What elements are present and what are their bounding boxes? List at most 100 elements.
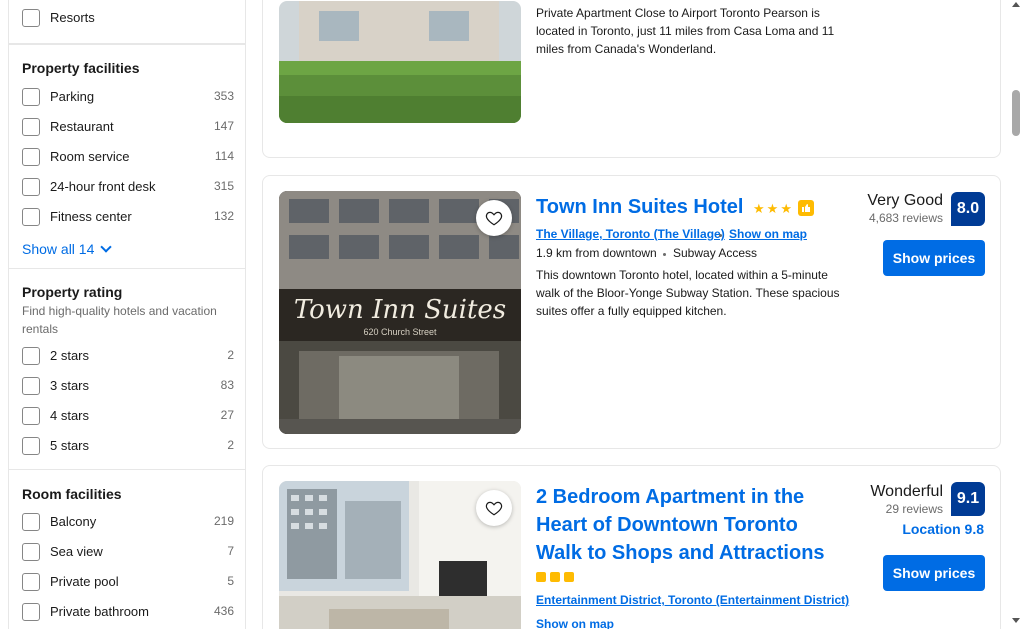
filter-restaurant[interactable]: Restaurant 147: [22, 115, 234, 137]
filter-private-bathroom[interactable]: Private bathroom 436: [22, 600, 234, 622]
filter-group-title: Room facilities: [22, 486, 122, 502]
property-description: Private Apartment Close to Airport Toron…: [536, 6, 835, 56]
hotel-sign-address: 620 Church Street: [363, 327, 437, 337]
filter-label: 2 stars: [50, 348, 90, 363]
filter-label: 4 stars: [50, 408, 90, 423]
checkbox[interactable]: [22, 603, 40, 621]
filter-label: Parking: [50, 89, 95, 104]
filter-3-stars[interactable]: 3 stars 83: [22, 374, 234, 396]
filter-group-title: Property rating: [22, 284, 123, 300]
property-name-link[interactable]: 2 Bedroom Apartment in the Heart of Down…: [536, 483, 825, 567]
filter-balcony[interactable]: Balcony 219: [22, 510, 234, 532]
filter-label: 5 stars: [50, 438, 90, 453]
show-on-map-link[interactable]: Show on map: [536, 617, 614, 629]
filter-count: 2: [227, 348, 234, 362]
show-all-label: Show all 14: [22, 241, 95, 257]
checkbox[interactable]: [22, 347, 40, 365]
filter-label: Private pool: [50, 574, 119, 589]
show-on-map-link[interactable]: Show on map: [729, 227, 807, 241]
page-scrollbar[interactable]: [1008, 0, 1024, 629]
filter-resorts[interactable]: Resorts: [22, 6, 234, 28]
checkbox[interactable]: [22, 437, 40, 455]
property-photo-image: [279, 1, 521, 123]
show-all-facilities-button[interactable]: Show all 14: [22, 241, 113, 257]
filter-count: 353: [213, 89, 234, 103]
checkbox[interactable]: [22, 513, 40, 531]
filter-group-room-facilities: Room facilities Balcony 219 Sea view 7 P…: [8, 469, 246, 629]
checkbox[interactable]: [22, 148, 40, 166]
review-score-word: Very Good: [867, 192, 943, 209]
filters-sidebar: Resorts Property facilities Parking 353 …: [8, 0, 246, 629]
property-name-line: Walk to Shops and Attractions: [536, 542, 825, 564]
square-rating-icon: [564, 572, 574, 582]
property-location-link[interactable]: The Village, Toronto (The Village): [536, 227, 725, 241]
star-icon: ★: [753, 200, 765, 216]
filter-group-property-facilities: Property facilities Parking 353 Restaura…: [8, 44, 246, 269]
scroll-up-arrow-icon[interactable]: [1012, 2, 1020, 7]
filter-count: 2: [227, 438, 234, 452]
hotel-sign-text: Town Inn Suites: [293, 295, 507, 325]
scroll-down-arrow-icon[interactable]: [1012, 618, 1020, 623]
save-to-wishlist-button[interactable]: [476, 200, 512, 236]
filter-private-pool[interactable]: Private pool 5: [22, 570, 234, 592]
filter-count: 147: [213, 119, 234, 133]
filter-label: Sea view: [50, 544, 103, 559]
filter-4-stars[interactable]: 4 stars 27: [22, 404, 234, 426]
heart-icon: [485, 211, 503, 226]
review-score-badge[interactable]: 8.0: [951, 192, 985, 226]
review-count: 29 reviews: [885, 502, 943, 516]
checkbox[interactable]: [22, 9, 40, 27]
checkbox[interactable]: [22, 88, 40, 106]
checkbox[interactable]: [22, 208, 40, 226]
filter-group-subtitle: Find high-quality hotels and vacation re…: [22, 304, 217, 336]
property-location-link[interactable]: Entertainment District, Toronto (Enterta…: [536, 593, 849, 607]
filter-label: 3 stars: [50, 378, 90, 393]
review-score-badge[interactable]: 9.1: [951, 482, 985, 516]
filter-label: Balcony: [50, 514, 97, 529]
review-score-word: Wonderful: [870, 483, 943, 500]
search-results-page: Resorts Property facilities Parking 353 …: [0, 0, 1024, 629]
apartment-rating: [536, 572, 576, 582]
square-rating-icon: [550, 572, 560, 582]
chevron-down-icon: [100, 241, 113, 253]
show-prices-button[interactable]: Show prices: [883, 555, 985, 591]
save-to-wishlist-button[interactable]: [476, 490, 512, 526]
square-rating-icon: [536, 572, 546, 582]
filter-count: 315: [213, 179, 234, 193]
property-name-link[interactable]: Town Inn Suites Hotel: [536, 193, 743, 221]
checkbox[interactable]: [22, 573, 40, 591]
checkbox[interactable]: [22, 543, 40, 561]
property-photo[interactable]: [279, 1, 521, 123]
filter-count: 5: [227, 574, 234, 588]
filter-room-service[interactable]: Room service 114: [22, 145, 234, 167]
checkbox[interactable]: [22, 178, 40, 196]
filter-label: Fitness center: [50, 209, 132, 224]
property-card: Private Apartment Close to Airport Toron…: [262, 0, 1001, 158]
checkbox[interactable]: [22, 118, 40, 136]
filter-sea-view[interactable]: Sea view 7: [22, 540, 234, 562]
filter-label: Room service: [50, 149, 130, 164]
checkbox[interactable]: [22, 407, 40, 425]
property-name-line: 2 Bedroom Apartment in the: [536, 486, 805, 508]
filter-2-stars[interactable]: 2 stars 2: [22, 344, 234, 366]
filter-group-property-type: Resorts: [8, 0, 246, 44]
filter-24-hour-front-desk[interactable]: 24-hour front desk 315: [22, 175, 234, 197]
show-prices-button[interactable]: Show prices: [883, 240, 985, 276]
transit-info: Subway Access: [673, 246, 758, 260]
filter-parking[interactable]: Parking 353: [22, 85, 234, 107]
location-score: Location 9.8: [902, 521, 984, 537]
star-icon: ★: [780, 200, 792, 216]
filter-5-stars[interactable]: 5 stars 2: [22, 434, 234, 456]
property-name-line: Heart of Downtown Toronto: [536, 514, 798, 536]
filter-count: 114: [214, 149, 234, 163]
filter-fitness-center[interactable]: Fitness center 132: [22, 205, 234, 227]
checkbox[interactable]: [22, 377, 40, 395]
scrollbar-thumb[interactable]: [1012, 90, 1020, 136]
star-rating: ★ ★ ★: [753, 200, 814, 216]
filter-count: 7: [227, 544, 234, 558]
property-description: This downtown Toronto hotel, located wit…: [536, 268, 840, 318]
filter-count: 436: [213, 604, 234, 618]
filter-label: 24-hour front desk: [50, 179, 156, 194]
distance-from-downtown: 1.9 km from downtown: [536, 246, 657, 260]
property-card: 2 Bedroom Apartment in the Heart of Down…: [262, 465, 1001, 629]
